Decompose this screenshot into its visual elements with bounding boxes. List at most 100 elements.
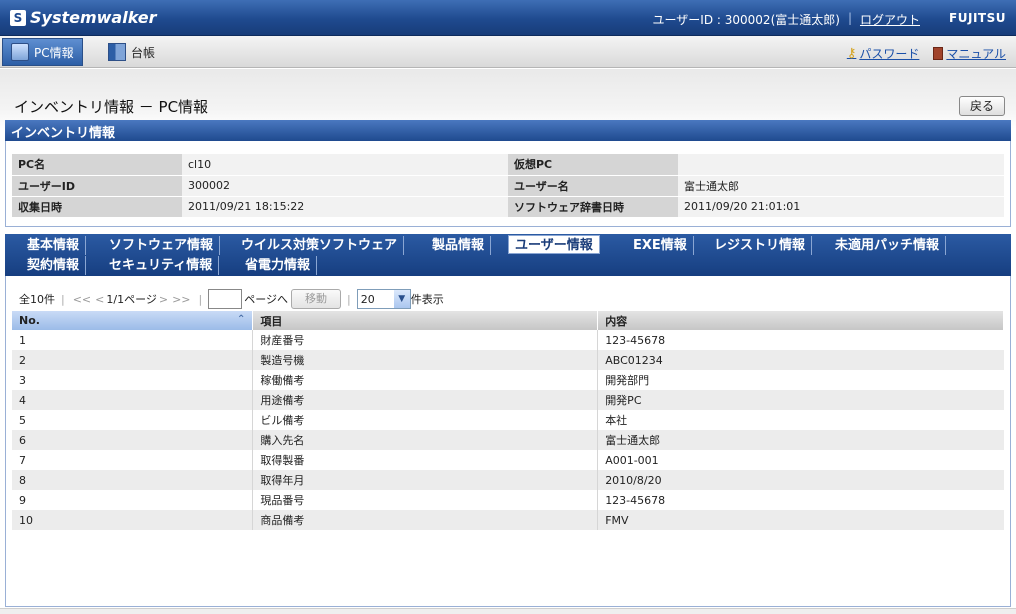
table-row[interactable]: 3 稼働備考 開発部門 xyxy=(12,370,1004,390)
total-count: 全10件 xyxy=(19,293,55,306)
manual-label: マニュアル xyxy=(946,47,1006,61)
password-label: パスワード xyxy=(859,47,920,61)
subtab-exe[interactable]: EXE情報 xyxy=(627,236,694,255)
cell-content: ABC01234 xyxy=(597,350,1004,370)
user-id-label: ユーザーID xyxy=(12,175,182,197)
cell-item: 商品備考 xyxy=(252,510,599,530)
cell-no: 3 xyxy=(12,370,254,390)
cell-item: 用途備考 xyxy=(252,390,599,410)
page-number-input[interactable] xyxy=(208,289,243,309)
user-name-label: ユーザー名 xyxy=(508,175,678,197)
table-row[interactable]: 1 財産番号 123-45678 xyxy=(12,330,1004,350)
column-header-content[interactable]: 内容 xyxy=(597,311,1004,330)
cell-content: 富士通太郎 xyxy=(597,430,1004,450)
subtab-power[interactable]: 省電力情報 xyxy=(239,256,318,275)
table-row[interactable]: 5 ビル備考 本社 xyxy=(12,410,1004,430)
cell-item: 購入先名 xyxy=(252,430,599,450)
first-page-link[interactable]: << xyxy=(73,293,91,306)
tab-ledger[interactable]: 台帳 xyxy=(100,38,163,66)
table-row[interactable]: 7 取得製番 A001-001 xyxy=(12,450,1004,470)
page-title: インベントリ情報 － PC情報 xyxy=(14,98,209,116)
cell-content: 開発PC xyxy=(597,390,1004,410)
sort-icon: ⌃ xyxy=(236,314,246,325)
user-id-value: 300002 xyxy=(182,175,508,197)
cell-content: 本社 xyxy=(597,410,1004,430)
info-subtabs: 基本情報 ソフトウェア情報 ウイルス対策ソフトウェア 製品情報 ユーザー情報 E… xyxy=(5,234,1011,276)
subtab-software[interactable]: ソフトウェア情報 xyxy=(103,236,221,255)
next-page-link[interactable]: > xyxy=(159,293,168,306)
manual-link[interactable]: マニュアル xyxy=(933,45,1006,62)
cell-item: 取得製番 xyxy=(252,450,599,470)
virtual-pc-value xyxy=(678,154,1004,176)
cell-no: 7 xyxy=(12,450,254,470)
inventory-row: PC名 cl10 仮想PC xyxy=(12,154,1004,176)
subtab-registry[interactable]: レジストリ情報 xyxy=(708,236,813,255)
logout-link[interactable]: ログアウト xyxy=(860,11,920,28)
collected-at-value: 2011/09/21 18:15:22 xyxy=(182,196,508,218)
cell-item: 財産番号 xyxy=(252,330,599,350)
subtab-contract[interactable]: 契約情報 xyxy=(21,256,87,275)
main-nav: PC情報 台帳 ⚷ パスワード マニュアル xyxy=(0,36,1016,68)
table-row[interactable]: 10 商品備考 FMV xyxy=(12,510,1004,530)
move-button[interactable]: 移動 xyxy=(291,289,342,309)
table-row[interactable]: 4 用途備考 開発PC xyxy=(12,390,1004,410)
user-info: ユーザーID : 300002(富士通太郎) | ログアウト xyxy=(653,11,920,28)
per-page-value: 20 xyxy=(360,292,375,306)
page-info: 1/1ページ xyxy=(106,293,157,306)
tab-ledger-label: 台帳 xyxy=(131,45,156,60)
inventory-row: ユーザーID 300002 ユーザー名 富士通太郎 xyxy=(12,175,1004,197)
cell-no: 10 xyxy=(12,510,254,530)
cell-content: 123-45678 xyxy=(597,330,1004,350)
cell-no: 2 xyxy=(12,350,254,370)
table-row[interactable]: 9 現品番号 123-45678 xyxy=(12,490,1004,510)
column-header-no[interactable]: No. ⌃ xyxy=(12,311,254,330)
subtab-basic[interactable]: 基本情報 xyxy=(21,236,87,255)
pager: 全10件 | << < 1/1ページ > >> | ページへ 移動 | 20 ▼… xyxy=(19,288,444,310)
cell-no: 4 xyxy=(12,390,254,410)
tab-pc-info[interactable]: PC情報 xyxy=(2,38,83,66)
book-icon xyxy=(108,43,126,61)
cell-no: 9 xyxy=(12,490,254,510)
top-header: S Systemwalker ユーザーID : 300002(富士通太郎) | … xyxy=(0,0,1016,36)
systemwalker-logo-icon: S xyxy=(10,9,26,26)
subtab-security[interactable]: セキュリティ情報 xyxy=(103,256,220,275)
last-page-link[interactable]: >> xyxy=(172,293,190,306)
prev-page-link[interactable]: < xyxy=(95,293,104,306)
per-page-select[interactable]: 20 ▼ xyxy=(356,289,411,309)
pc-name-value: cl10 xyxy=(182,154,508,176)
subtab-user[interactable]: ユーザー情報 xyxy=(508,235,600,254)
table-row[interactable]: 2 製造号機 ABC01234 xyxy=(12,350,1004,370)
cell-item: 現品番号 xyxy=(252,490,599,510)
cell-no: 6 xyxy=(12,430,254,450)
divider: | xyxy=(347,292,351,306)
divider: | xyxy=(198,292,203,306)
brand-logo: S Systemwalker xyxy=(10,8,157,27)
cell-item: 製造号機 xyxy=(252,350,599,370)
fujitsu-logo: FUJITSU xyxy=(949,11,1006,25)
divider: | xyxy=(61,292,65,306)
dictionary-date-label: ソフトウェア辞書日時 xyxy=(508,196,678,218)
key-icon: ⚷ xyxy=(846,46,857,61)
table-row[interactable]: 8 取得年月 2010/8/20 xyxy=(12,470,1004,490)
table-row[interactable]: 6 購入先名 富士通太郎 xyxy=(12,430,1004,450)
tab-pc-info-label: PC情報 xyxy=(34,45,74,60)
goto-page-label: ページへ xyxy=(244,293,289,306)
dictionary-date-value: 2011/09/20 21:01:01 xyxy=(678,196,1004,218)
column-header-item[interactable]: 項目 xyxy=(252,311,599,330)
collected-at-label: 収集日時 xyxy=(12,196,182,218)
cell-no: 8 xyxy=(12,470,254,490)
cell-item: 稼働備考 xyxy=(252,370,599,390)
subtab-patch[interactable]: 未適用パッチ情報 xyxy=(829,236,947,255)
cell-content: 2010/8/20 xyxy=(597,470,1004,490)
inventory-section-header: インベントリ情報 xyxy=(5,120,1011,141)
cell-no: 5 xyxy=(12,410,254,430)
password-link[interactable]: ⚷ パスワード xyxy=(847,45,920,62)
cell-no: 1 xyxy=(12,330,254,350)
nav-links: ⚷ パスワード マニュアル xyxy=(847,45,1006,62)
user-name-value: 富士通太郎 xyxy=(678,175,1004,197)
inventory-table: PC名 cl10 仮想PC ユーザーID 300002 ユーザー名 富士通太郎 … xyxy=(12,154,1004,218)
cell-item: 取得年月 xyxy=(252,470,599,490)
subtab-product[interactable]: 製品情報 xyxy=(426,236,492,255)
back-button[interactable]: 戻る xyxy=(959,96,1005,116)
subtab-antivirus[interactable]: ウイルス対策ソフトウェア xyxy=(235,236,405,255)
